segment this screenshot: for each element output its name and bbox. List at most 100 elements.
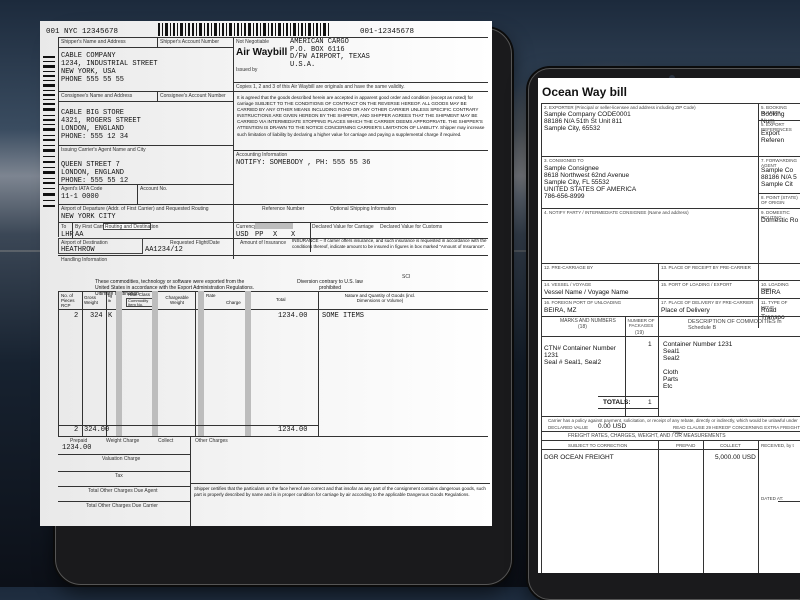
due-agent-label: Total Other Charges Due Agent <box>88 488 158 494</box>
charges-header <box>255 223 293 229</box>
col-pieces: No. of Pieces RCP <box>61 293 75 308</box>
consignee-line: PHONE: 555 12 34 <box>61 133 129 141</box>
desc-line: Container Number 1231 <box>663 341 733 348</box>
consigned-line: 8618 Northwest 62nd Avenue <box>544 172 630 179</box>
desc-line: Etc <box>663 383 673 390</box>
desc-line: Seal1 <box>663 348 680 355</box>
packages-label: NUMBER OF PACKAGES <box>627 318 655 328</box>
consignee-line: LONDON, ENGLAND <box>61 125 125 133</box>
awb-number-left: 001 NYC 12345678 <box>46 28 119 36</box>
shaded-column <box>198 291 204 436</box>
awb-title: Air Waybill <box>236 47 288 58</box>
description-label: DESCRIPTION OF COMMODITIES in Schedule B <box>688 319 782 331</box>
account-no-label: Account No. <box>140 186 168 192</box>
loading-pier-value: BEIRA <box>761 289 781 296</box>
consigned-line: Sample Consignee <box>544 165 599 172</box>
received-label: RECEIVED, by t <box>761 443 794 448</box>
packages-value: 1 <box>648 341 652 348</box>
totals-value: 1 <box>648 399 652 406</box>
marks-label: MARKS AND NUMBERS <box>560 318 616 324</box>
iata-label: Agent's IATA Code <box>61 186 103 192</box>
shipper-line: CABLE COMPANY <box>61 52 116 60</box>
shaded-column <box>152 291 158 436</box>
not-negotiable: Not Negotiable <box>236 39 270 45</box>
col-gross: Gross Weight <box>84 295 98 305</box>
other-charges-label: Other Charges <box>195 438 228 444</box>
shipper-line: NEW YORK, USA <box>61 68 116 76</box>
delivery-value: Place of Delivery <box>661 307 710 314</box>
row-weight: 324 <box>90 312 103 320</box>
col-rate: Rate <box>206 293 216 298</box>
domestic-value: Domestic Ro <box>761 217 799 224</box>
declared-carriage-label: Declared Value for Carriage <box>312 224 374 230</box>
routing-label: Routing and Destination <box>105 224 159 230</box>
departure-value: NEW YORK CITY <box>61 213 116 221</box>
vessel-label: 14. VESSEL / VOYAGE <box>544 282 592 287</box>
optional-label: Optional Shipping Information <box>330 206 396 212</box>
desc-block: Container Number 1231 Seal1 Seal2 Cloth … <box>663 341 732 390</box>
freight-amount: 5,000.00 USD <box>715 454 756 461</box>
weight-charge-label: Weight Charge <box>106 438 140 444</box>
subject-label: SUBJECT TO CORRECTION <box>568 443 628 448</box>
forwarding-line: Sample Cit <box>761 181 793 188</box>
desc-line: Seal2 <box>663 355 680 362</box>
sum-total: 1234.00 <box>278 426 308 434</box>
shipper-account-label: Shipper's Account Number <box>160 39 220 45</box>
diversion-text: Diversion contrary to U.S. law prohibite… <box>297 279 363 291</box>
sci-label: SCI <box>402 274 411 280</box>
shipper-line: PHONE 555 55 55 <box>61 76 125 84</box>
air-waybill-screen: 001 NYC 12345678 001-12345678 Shipper's … <box>40 21 492 526</box>
col-chargeable: Chargeable Weight <box>165 295 189 305</box>
prepaid-value: 1234.00 <box>62 444 92 452</box>
col-charge: Charge <box>226 300 241 305</box>
prepaid-label-ow: PREPAID <box>676 443 696 448</box>
issuer-address: AMERICAN CARGO P.O. BOX 6116 D/FW AIRPOR… <box>290 38 370 69</box>
consigned-block: Sample Consignee 8618 Northwest 62nd Ave… <box>544 165 636 200</box>
col-rate-class: Rate Class <box>128 292 151 297</box>
row-total: 1234.00 <box>278 312 308 320</box>
destination-value: HEATHROW <box>61 246 95 254</box>
marks-line: Seal # Seal1, Seal2 <box>544 359 602 366</box>
agent-line: LONDON, ENGLAND <box>61 169 125 177</box>
to-label: To <box>61 224 67 230</box>
desc-line: Cloth <box>663 369 679 376</box>
due-carrier-label: Total Other Charges Due Carrier <box>86 503 158 509</box>
desc-line: Parts <box>663 376 679 383</box>
exporter-line: 88186 N/A 51th St Unit 811 <box>544 118 623 125</box>
shipper-label: Shipper's Name and Address <box>61 39 126 45</box>
consigned-line: Sample City, FL 55532 <box>544 179 610 186</box>
consignee-address: CABLE BIG STORE 4321, ROGERS STREET LOND… <box>61 109 141 141</box>
precarriage-label: 12. PRE-CARRIAGE BY <box>544 265 594 270</box>
desc-gap <box>663 362 732 369</box>
certify-text: Shipper certifies that the particulars o… <box>194 486 486 497</box>
handling-label: Handling Information <box>61 257 108 263</box>
iata-value: 11-1 0000 <box>61 193 99 201</box>
reference-label: Reference Number <box>262 206 305 212</box>
marks-line: 1231 <box>544 352 559 359</box>
notify-label: 4. NOTIFY PARTY / INTERMEDIATE CONSIGNEE… <box>544 210 689 215</box>
shaded-column <box>245 291 251 436</box>
consigned-line: 786-656-8999 <box>544 193 585 200</box>
point-origin-label: 8. POINT (STATE) OF ORIGIN <box>761 195 798 205</box>
receipt-label: 13. PLACE OF RECEIPT BY PRE-CARRIER <box>661 265 751 270</box>
sum-weight: 324.00 <box>84 426 110 434</box>
marks-block: CTN# Container Number 1231 Seal # Seal1,… <box>544 345 616 366</box>
conditions-text: It is agreed that the goods described he… <box>237 95 485 137</box>
unloading-value: BEIRA, MZ <box>544 307 577 314</box>
copies-note: Copies 1, 2 and 3 of this Air Waybill ar… <box>236 84 405 90</box>
row-pieces: 2 <box>74 312 79 320</box>
ocean-waybill-screen: Ocean Way bill 2. EXPORTER (Principal or… <box>538 78 800 573</box>
consignee-label: Consignee's Name and Address <box>61 93 133 99</box>
accounting-label: Accounting Information <box>236 152 288 158</box>
col-kg: kg lb <box>108 293 113 303</box>
issued-by: Issued by <box>236 67 258 73</box>
freight-header: FREIGHT RATES, CHARGES, WEIGHT, AND / OR… <box>568 433 726 439</box>
row-goods: SOME ITEMS <box>322 312 365 320</box>
declared-value: 0.00 USD <box>598 423 627 430</box>
exporter-line: Sample Company CODE0001 <box>544 111 631 118</box>
flight-value: AA1234/12 <box>145 246 183 254</box>
consignee-line: CABLE BIG STORE <box>61 109 125 117</box>
consignee-account-label: Consignee's Account Number <box>160 93 226 99</box>
declared-customs-label: Declared Value for Customs <box>380 224 443 230</box>
col-total: Total <box>276 297 286 302</box>
